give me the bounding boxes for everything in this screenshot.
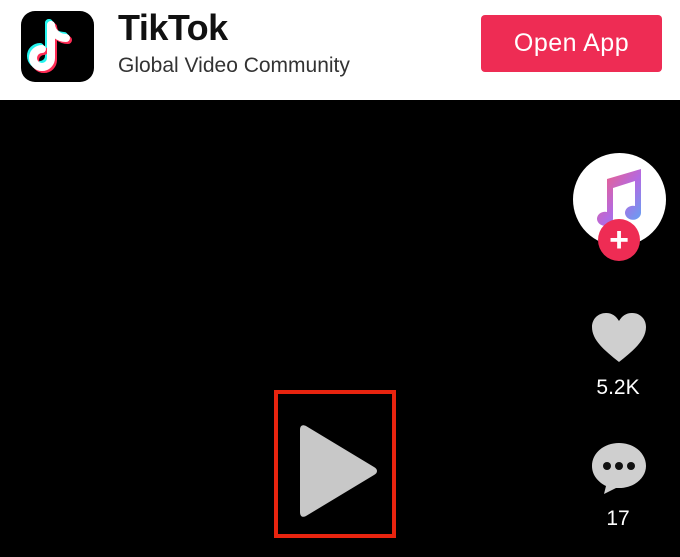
app-title: TikTok [118,7,228,48]
app-banner: TikTok Global Video Community Open App [0,0,680,100]
tiktok-logo-icon [21,11,94,82]
play-icon[interactable] [298,422,380,525]
like-count: 5.2K [596,376,640,399]
comment-count: 17 [606,507,630,530]
app-subtitle: Global Video Community [118,54,350,77]
follow-button[interactable]: + [598,219,640,261]
heart-icon[interactable] [590,312,648,369]
open-app-button[interactable]: Open App [481,15,662,72]
comment-icon[interactable] [590,440,648,501]
